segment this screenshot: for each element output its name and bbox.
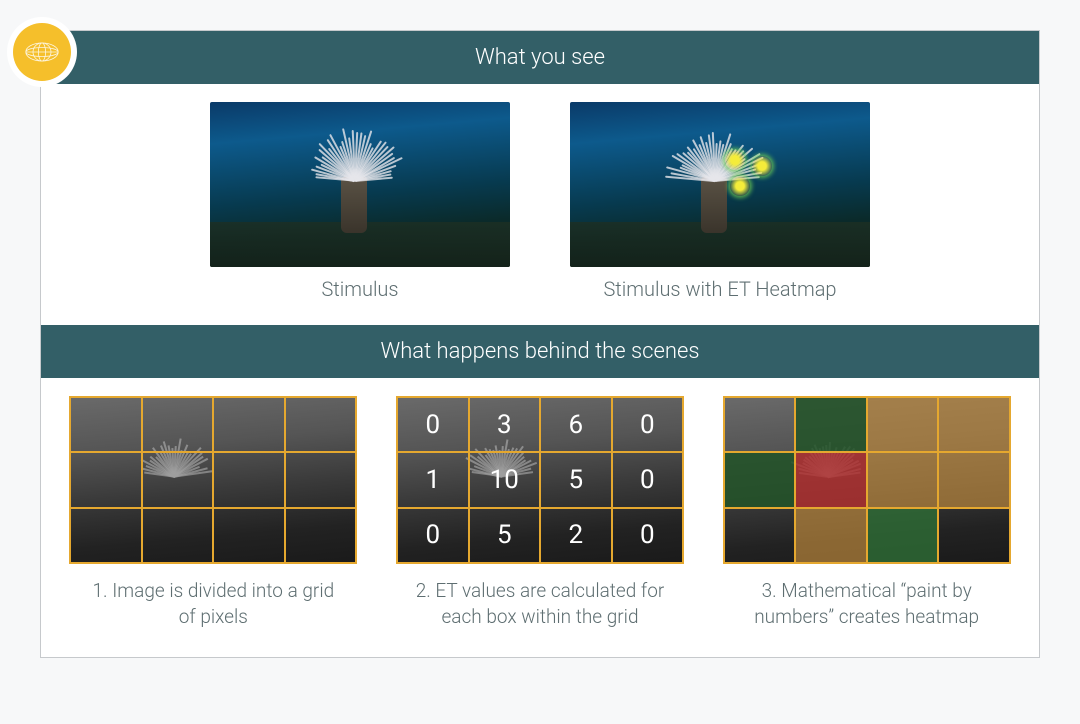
heatmap-column: Stimulus with ET Heatmap [570, 102, 870, 301]
stimulus-caption: Stimulus [210, 277, 510, 301]
cell-value: 0 [640, 520, 655, 550]
step2-caption: 2. ET values are calculated for each box… [410, 578, 670, 629]
grid-values-image: 0 3 6 0 1 10 5 0 0 5 2 0 [396, 396, 684, 564]
cell-value: 1 [425, 465, 440, 495]
heatmap-caption: Stimulus with ET Heatmap [570, 277, 870, 301]
grid-divided-image [69, 396, 357, 564]
stimulus-image [210, 102, 510, 267]
diagram-card: What you see Stimulus [40, 30, 1040, 658]
cell-value: 5 [497, 520, 512, 550]
step1-caption: 1. Image is divided into a grid of pixel… [83, 578, 343, 629]
eye-mesh-icon [24, 41, 60, 63]
cell-value: 2 [568, 520, 583, 550]
stimulus-heatmap-image [570, 102, 870, 267]
cell-value: 0 [640, 410, 655, 440]
top-row: Stimulus Stimulus with ET Heatmap [41, 84, 1039, 325]
cell-value: 6 [568, 410, 583, 440]
logo-badge [13, 23, 71, 81]
stimulus-column: Stimulus [210, 102, 510, 301]
bottom-row: 1. Image is divided into a grid of pixel… [41, 378, 1039, 657]
header-top: What you see [41, 31, 1039, 84]
step-1: 1. Image is divided into a grid of pixel… [59, 396, 368, 629]
cell-value: 5 [568, 465, 583, 495]
cell-value: 0 [640, 465, 655, 495]
step-3: 3. Mathematical “paint by numbers” creat… [712, 396, 1021, 629]
cell-value: 10 [490, 465, 519, 495]
step3-caption: 3. Mathematical “paint by numbers” creat… [737, 578, 997, 629]
grid-heatmap-image [723, 396, 1011, 564]
cell-value: 0 [425, 410, 440, 440]
cell-value: 0 [425, 520, 440, 550]
step-2: 0 3 6 0 1 10 5 0 0 5 2 0 2. ET values ar… [386, 396, 695, 629]
header-bottom: What happens behind the scenes [41, 325, 1039, 378]
cell-value: 3 [497, 410, 512, 440]
